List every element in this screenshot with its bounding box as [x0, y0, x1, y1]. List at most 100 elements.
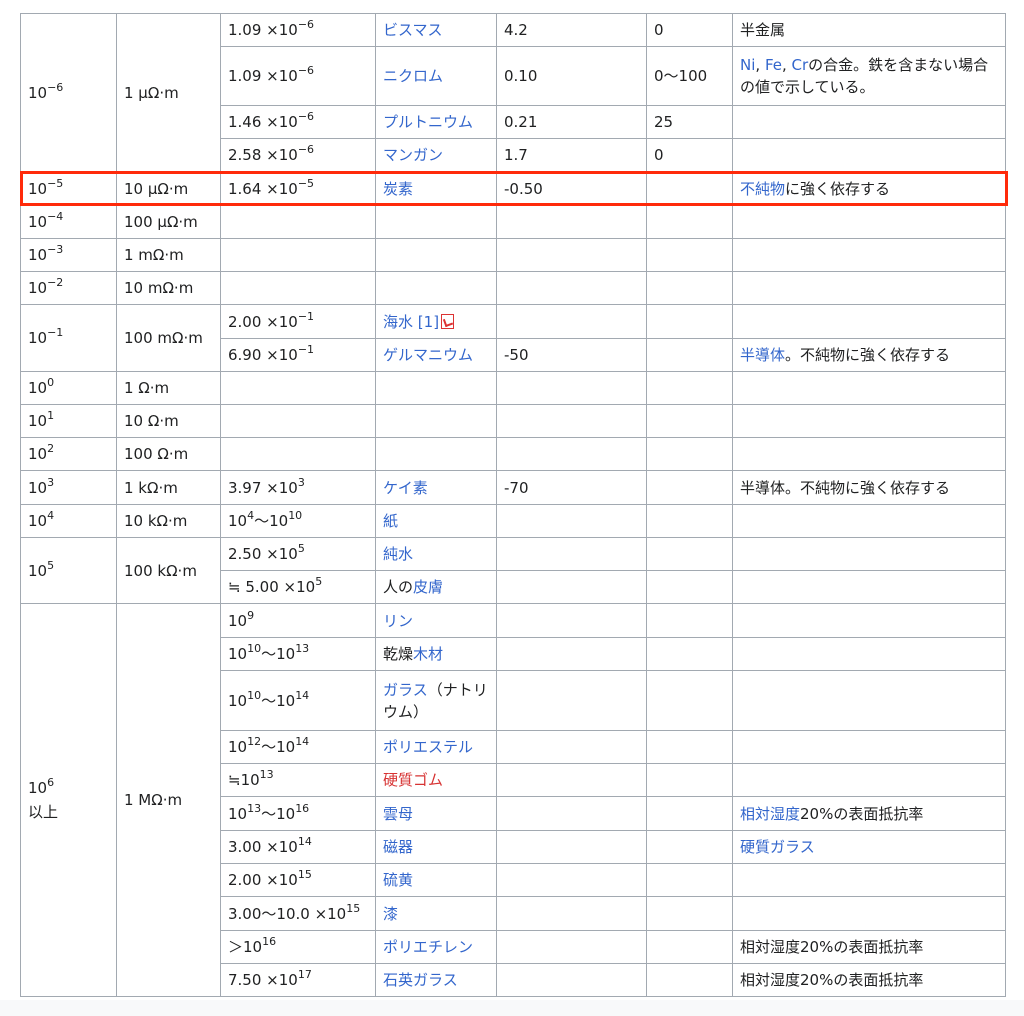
material-link[interactable]: ゲルマニウム: [383, 346, 473, 364]
material-cell[interactable]: ガラス（ナトリウム）: [375, 670, 497, 731]
material-cell[interactable]: 硫黄: [375, 863, 497, 897]
table-row: 104 10 kΩ·m 104〜1010 紙: [20, 504, 1006, 538]
note-cell: [732, 763, 1006, 797]
temp-cell: [646, 171, 733, 206]
order-cell: 100: [20, 371, 117, 405]
temp-cell: 0〜100: [646, 46, 733, 106]
material-link[interactable]: 磁器: [383, 838, 413, 856]
material-cell: [375, 271, 497, 305]
note-cell: [732, 205, 1006, 239]
value-cell: 1.09 ×10−6: [220, 46, 376, 106]
material-cell[interactable]: マンガン: [375, 138, 497, 172]
note-cell: [732, 504, 1006, 538]
note-cell: [732, 730, 1006, 764]
coef-cell: [496, 371, 647, 405]
material-link[interactable]: 木材: [413, 645, 443, 663]
note-link[interactable]: 硬質ガラス: [740, 838, 815, 856]
material-link[interactable]: ポリエチレン: [383, 938, 473, 956]
material-redlink[interactable]: 硬質ゴム: [383, 771, 443, 789]
material-cell[interactable]: 硬質ゴム: [375, 763, 497, 797]
material-link[interactable]: 雲母: [383, 805, 413, 823]
material-cell[interactable]: 海水 [1]: [375, 304, 497, 339]
coef-cell: 0.10: [496, 46, 647, 106]
note-cell: 半導体。不純物に強く依存する: [732, 470, 1006, 505]
material-link[interactable]: ニクロム: [383, 67, 443, 85]
material-link[interactable]: ポリエステル: [383, 738, 473, 756]
material-cell[interactable]: 純水: [375, 537, 497, 571]
material-link[interactable]: 皮膚: [413, 578, 443, 596]
material-link[interactable]: 炭素: [383, 180, 413, 198]
value-cell: 3.97 ×103: [220, 470, 376, 505]
note-link[interactable]: 半導体: [740, 346, 785, 364]
reference-link[interactable]: [1]: [418, 313, 439, 331]
material-cell[interactable]: 乾燥木材: [375, 637, 497, 671]
material-link[interactable]: プルトニウム: [383, 113, 473, 131]
material-cell[interactable]: プルトニウム: [375, 105, 497, 139]
pdf-icon: [441, 313, 455, 329]
material-cell[interactable]: 漆: [375, 896, 497, 931]
note-cell: [732, 670, 1006, 731]
value-cell: [220, 205, 376, 239]
table-row: 10−2 10 mΩ·m: [20, 271, 1006, 305]
temp-cell: 25: [646, 105, 733, 139]
note-link-cr[interactable]: Cr: [792, 56, 809, 74]
resistivity-unit-cell: 1 mΩ·m: [116, 238, 221, 272]
value-cell: 2.58 ×10−6: [220, 138, 376, 172]
order-cell: 104: [20, 504, 117, 538]
material-cell[interactable]: ニクロム: [375, 46, 497, 106]
note-cell: 不純物に強く依存する: [732, 171, 1006, 206]
note-link[interactable]: 相対湿度: [740, 805, 800, 823]
material-cell[interactable]: 磁器: [375, 830, 497, 864]
material-link[interactable]: 漆: [383, 905, 398, 923]
material-link[interactable]: マンガン: [383, 146, 443, 164]
order-cell: 101: [20, 404, 117, 438]
material-cell[interactable]: 石英ガラス: [375, 963, 497, 997]
material-link[interactable]: 硫黄: [383, 871, 413, 889]
material-link[interactable]: リン: [383, 612, 413, 630]
coef-cell: [496, 637, 647, 671]
material-cell[interactable]: 炭素: [375, 171, 497, 206]
material-cell[interactable]: ゲルマニウム: [375, 338, 497, 372]
material-cell: [375, 371, 497, 405]
value-cell: 2.00 ×10−1: [220, 304, 376, 339]
note-cell: [732, 863, 1006, 897]
material-link[interactable]: ガラス: [383, 681, 428, 699]
table-row: 10−1 100 mΩ·m 2.00 ×10−1 海水 [1]: [20, 304, 1006, 372]
note-link-fe[interactable]: Fe: [765, 56, 782, 74]
material-link[interactable]: 海水: [383, 313, 413, 331]
material-cell[interactable]: 雲母: [375, 796, 497, 831]
coef-cell: [496, 763, 647, 797]
coef-cell: [496, 670, 647, 731]
note-link-ni[interactable]: Ni: [740, 56, 755, 74]
material-cell[interactable]: 人の皮膚: [375, 570, 497, 604]
note-cell: 相対湿度20%の表面抵抗率: [732, 796, 1006, 831]
material-cell[interactable]: 紙: [375, 504, 497, 538]
material-cell[interactable]: ポリエステル: [375, 730, 497, 764]
temp-cell: [646, 763, 733, 797]
material-cell[interactable]: ケイ素: [375, 470, 497, 505]
order-cell: 105: [20, 537, 117, 604]
order-cell: 10−1: [20, 304, 117, 372]
material-link[interactable]: 純水: [383, 545, 413, 563]
material-cell[interactable]: リン: [375, 603, 497, 638]
temp-cell: [646, 670, 733, 731]
material-link[interactable]: 紙: [383, 512, 398, 530]
material-link[interactable]: ケイ素: [383, 479, 428, 497]
material-cell[interactable]: ビスマス: [375, 13, 497, 47]
temp-cell: [646, 863, 733, 897]
temp-cell: [646, 271, 733, 305]
note-link[interactable]: 不純物: [740, 180, 785, 198]
temp-cell: [646, 896, 733, 931]
value-cell: [220, 271, 376, 305]
temp-cell: [646, 504, 733, 538]
material-cell[interactable]: ポリエチレン: [375, 930, 497, 964]
material-link[interactable]: ビスマス: [383, 21, 443, 39]
material-link[interactable]: 石英ガラス: [383, 971, 458, 989]
value-cell: ≒1013: [220, 763, 376, 797]
temp-cell: [646, 930, 733, 964]
order-cell: 102: [20, 437, 117, 471]
table-row-highlighted: 10−5 10 μΩ·m 1.64 ×10−5 炭素 -0.50 不純物に強く依…: [20, 171, 1006, 206]
temp-cell: [646, 730, 733, 764]
coef-cell: -50: [496, 338, 647, 372]
order-cell: 10−2: [20, 271, 117, 305]
